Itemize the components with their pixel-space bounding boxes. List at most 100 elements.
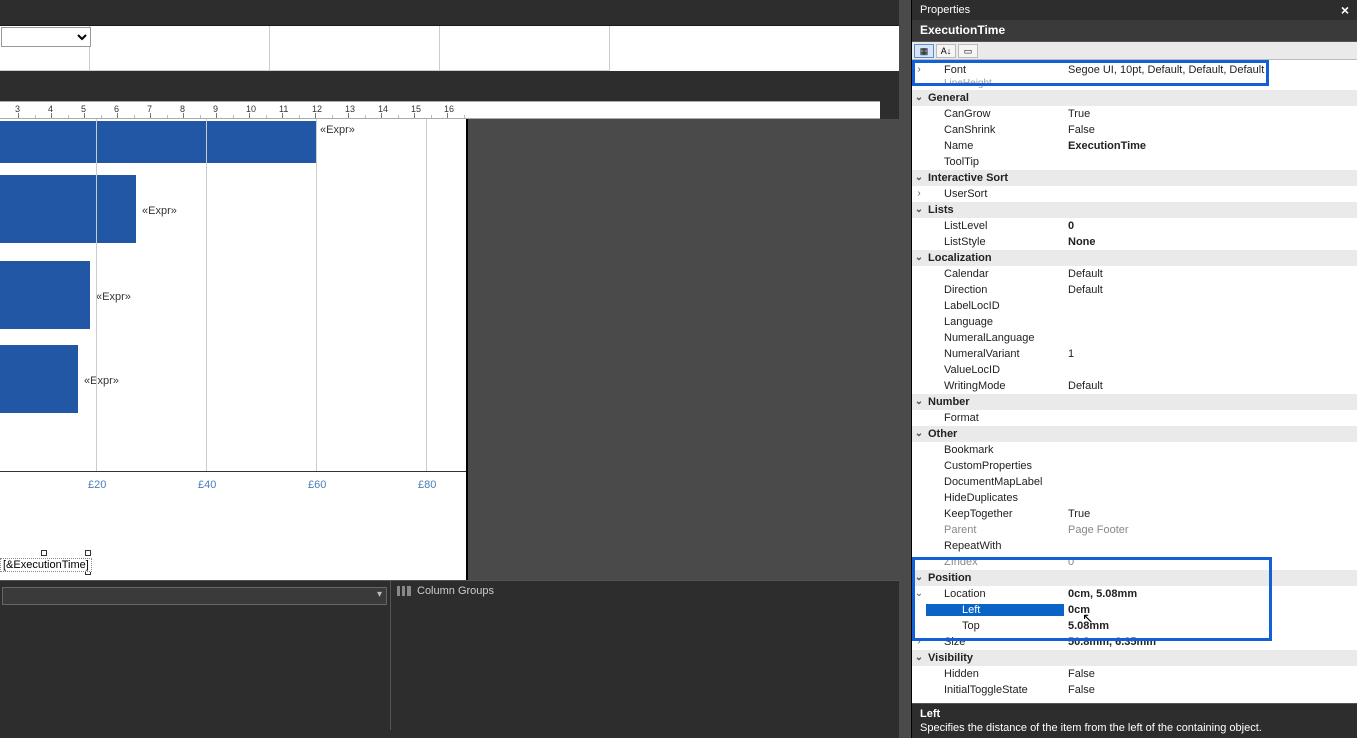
- close-icon[interactable]: ×: [1341, 2, 1349, 18]
- pv-listlevel[interactable]: 0: [1064, 220, 1357, 232]
- alphabetical-button[interactable]: A↓: [936, 44, 956, 58]
- pn-canshrink[interactable]: CanShrink: [926, 124, 1064, 136]
- horizontal-ruler: // ruler built inline after data load 34…: [0, 101, 880, 119]
- expand-icon[interactable]: ›: [912, 188, 926, 199]
- pn-numeralvar[interactable]: NumeralVariant: [926, 348, 1064, 360]
- collapse-icon[interactable]: ⌄: [912, 172, 926, 183]
- chart-bar-4[interactable]: [0, 345, 78, 413]
- pv-top[interactable]: 5.08mm: [1064, 620, 1357, 632]
- pv-liststyle[interactable]: None: [1064, 236, 1357, 248]
- categorized-button[interactable]: ▦: [914, 44, 934, 58]
- selection-handle[interactable]: [41, 550, 47, 556]
- pv-cangrow[interactable]: True: [1064, 108, 1357, 120]
- bar-label-1: «Expr»: [320, 124, 355, 136]
- table-cell-1[interactable]: [90, 26, 270, 71]
- pn-valuelocid[interactable]: ValueLocID: [926, 364, 1064, 376]
- property-grid[interactable]: ↖ › Font Segoe UI, 10pt, Default, Defaul…: [912, 60, 1357, 703]
- selection-handle[interactable]: [85, 550, 91, 556]
- collapse-icon[interactable]: ⌄: [912, 572, 926, 583]
- collapse-icon[interactable]: ⌄: [912, 396, 926, 407]
- collapse-icon[interactable]: ⌄: [912, 428, 926, 439]
- cat-number[interactable]: Number: [926, 396, 1357, 408]
- axis-tick-80: £80: [418, 479, 436, 491]
- gridline: [96, 119, 97, 471]
- row-group-dropdown[interactable]: [2, 587, 387, 605]
- cat-lists[interactable]: Lists: [926, 204, 1357, 216]
- pv-keeptogether[interactable]: True: [1064, 508, 1357, 520]
- execution-time-textbox[interactable]: [&ExecutionTime]: [0, 558, 92, 572]
- pv-calendar[interactable]: Default: [1064, 268, 1357, 280]
- cat-general[interactable]: General: [926, 92, 1357, 104]
- collapse-icon[interactable]: ⌄: [912, 204, 926, 215]
- property-pages-button[interactable]: ▭: [958, 44, 978, 58]
- pn-liststyle[interactable]: ListStyle: [926, 236, 1064, 248]
- cat-localization[interactable]: Localization: [926, 252, 1357, 264]
- table-cell-2[interactable]: [270, 26, 440, 71]
- pv-writingmode[interactable]: Default: [1064, 380, 1357, 392]
- pn-location[interactable]: Location: [926, 588, 1064, 600]
- pn-name[interactable]: Name: [926, 140, 1064, 152]
- cat-interactivesort[interactable]: Interactive Sort: [926, 172, 1357, 184]
- pn-size[interactable]: Size: [926, 636, 1064, 648]
- pn-left[interactable]: Left: [926, 604, 1064, 616]
- pv-canshrink[interactable]: False: [1064, 124, 1357, 136]
- pn-hidden[interactable]: Hidden: [926, 668, 1064, 680]
- pn-keeptogether[interactable]: KeepTogether: [926, 508, 1064, 520]
- pn-numerallang[interactable]: NumeralLanguage: [926, 332, 1064, 344]
- chart-bar-1[interactable]: [0, 121, 316, 163]
- scrollbar-vertical[interactable]: [899, 0, 911, 738]
- pn-direction[interactable]: Direction: [926, 284, 1064, 296]
- table-cell-0[interactable]: [0, 26, 90, 71]
- pv-left[interactable]: 0cm: [1064, 604, 1357, 616]
- prop-value-font[interactable]: Segoe UI, 10pt, Default, Default, Defaul…: [1064, 64, 1357, 76]
- collapse-icon[interactable]: ⌄: [912, 652, 926, 663]
- cell-select[interactable]: [1, 27, 91, 47]
- pn-tooltip[interactable]: ToolTip: [926, 156, 1064, 168]
- column-groups-pane: Column Groups: [391, 581, 911, 730]
- cat-visibility[interactable]: Visibility: [926, 652, 1357, 664]
- property-description: Left Specifies the distance of the item …: [912, 703, 1357, 738]
- pv-size[interactable]: 50.8mm, 6.35mm: [1064, 636, 1357, 648]
- pn-cangrow[interactable]: CanGrow: [926, 108, 1064, 120]
- pn-writingmode[interactable]: WritingMode: [926, 380, 1064, 392]
- canvas-outside: [468, 119, 911, 580]
- pn-repeatwith[interactable]: RepeatWith: [926, 540, 1064, 552]
- pn-inittoggle[interactable]: InitialToggleState: [926, 684, 1064, 696]
- pn-bookmark[interactable]: Bookmark: [926, 444, 1064, 456]
- collapse-icon[interactable]: ⌄: [912, 252, 926, 263]
- prop-name-font[interactable]: Font: [926, 64, 1064, 76]
- collapse-icon[interactable]: ⌄: [912, 92, 926, 103]
- chart-bar-2[interactable]: [0, 175, 136, 243]
- pv-location[interactable]: 0cm, 5.08mm: [1064, 588, 1357, 600]
- desc-title: Left: [920, 708, 1349, 720]
- pv-inittoggle[interactable]: False: [1064, 684, 1357, 696]
- pn-customprops[interactable]: CustomProperties: [926, 460, 1064, 472]
- pn-usersort[interactable]: UserSort: [926, 188, 1064, 200]
- axis-tick-60: £60: [308, 479, 326, 491]
- collapse-icon[interactable]: ⌄: [912, 588, 926, 599]
- cat-position[interactable]: Position: [926, 572, 1357, 584]
- top-dark-strip: [0, 0, 911, 26]
- pn-language[interactable]: Language: [926, 316, 1064, 328]
- pn-hidedup[interactable]: HideDuplicates: [926, 492, 1064, 504]
- expand-icon[interactable]: ›: [912, 636, 926, 647]
- design-canvas[interactable]: «Expr» «Expr» «Expr» «Expr» £20 £40 £60 …: [0, 119, 468, 580]
- bar-label-3: «Expr»: [96, 291, 131, 303]
- pv-name[interactable]: ExecutionTime: [1064, 140, 1357, 152]
- prop-truncated: LineHeight: [912, 78, 1357, 90]
- bar-label-2: «Expr»: [142, 205, 177, 217]
- cat-other[interactable]: Other: [926, 428, 1357, 440]
- pn-format[interactable]: Format: [926, 412, 1064, 424]
- table-cell-3[interactable]: [440, 26, 610, 71]
- pv-direction[interactable]: Default: [1064, 284, 1357, 296]
- pn-calendar[interactable]: Calendar: [926, 268, 1064, 280]
- pn-top[interactable]: Top: [926, 620, 1064, 632]
- pv-numeralvar[interactable]: 1: [1064, 348, 1357, 360]
- pv-parent: Page Footer: [1064, 524, 1357, 536]
- pn-listlevel[interactable]: ListLevel: [926, 220, 1064, 232]
- chart-bar-3[interactable]: [0, 261, 90, 329]
- pv-hidden[interactable]: False: [1064, 668, 1357, 680]
- pn-docmap[interactable]: DocumentMapLabel: [926, 476, 1064, 488]
- pn-labellocid[interactable]: LabelLocID: [926, 300, 1064, 312]
- expand-icon[interactable]: ›: [912, 64, 926, 75]
